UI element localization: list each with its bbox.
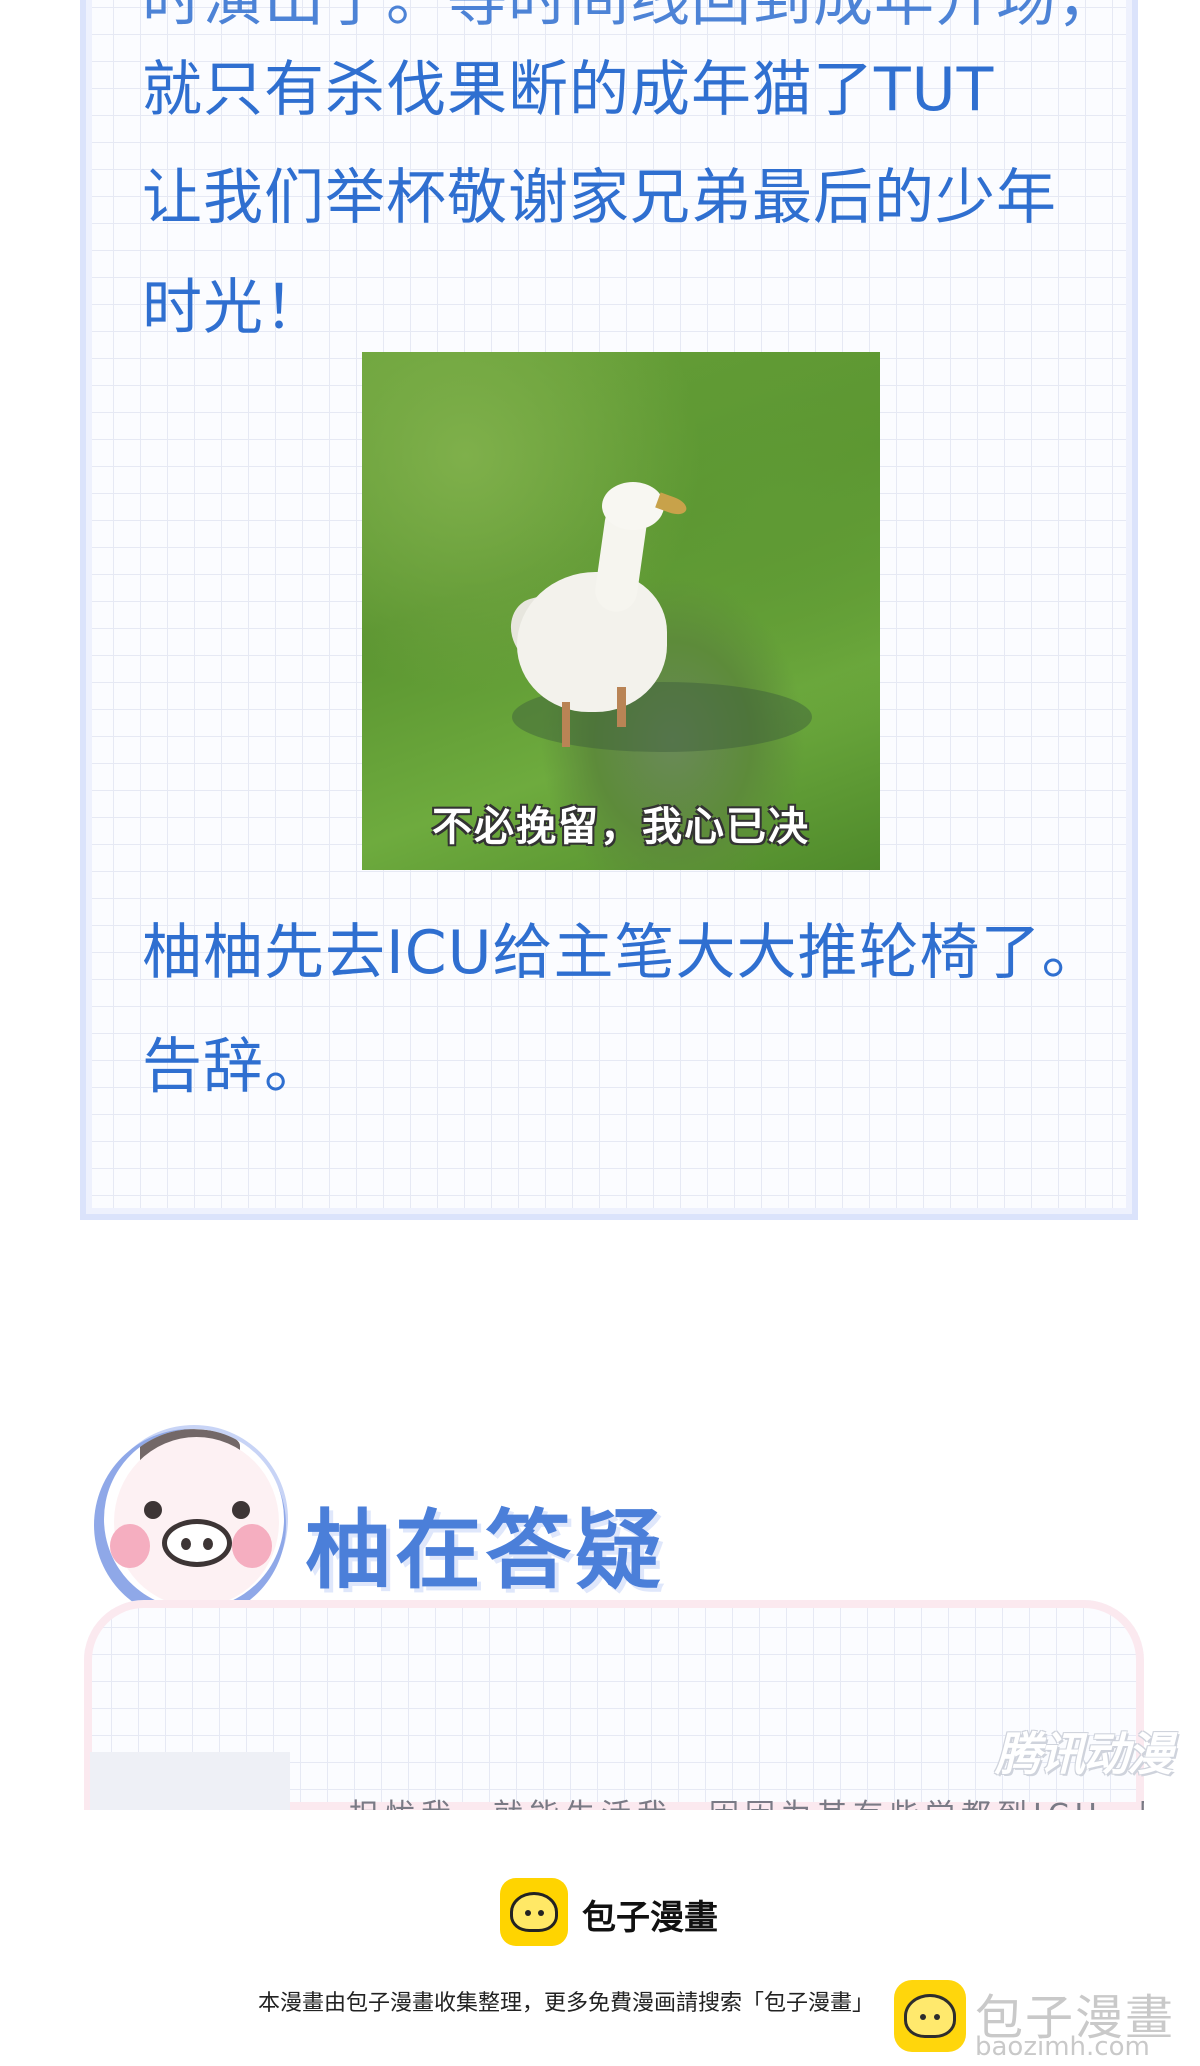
footer-brand[interactable]: 包子漫畫: [582, 1890, 718, 1939]
article-line: 时光！: [142, 273, 325, 343]
goose-leg: [562, 702, 570, 747]
avatar-blush: [110, 1524, 150, 1568]
bun-eye: [525, 1910, 531, 1916]
goose-body: [517, 572, 667, 712]
avatar-eye: [144, 1501, 162, 1519]
footer-notice: 本漫畫由包子漫畫收集整理，更多免費漫画請搜索「包子漫畫」: [258, 1991, 875, 2016]
pig-avatar-icon: [104, 1429, 284, 1609]
qa-preview-text: 担忧我，就能生活我，因因为其有些觉都到ICU，医护人: [349, 1790, 1144, 1810]
article-line: 柚柚先去ICU给主笔大大推轮椅了。: [142, 918, 1103, 988]
bun-eye: [934, 2014, 940, 2020]
bun-eye: [920, 2014, 926, 2020]
article-line: 告辞。: [142, 1032, 325, 1102]
goose-leg: [617, 687, 626, 727]
pig-nose-icon: [162, 1519, 232, 1567]
avatar-blush: [232, 1524, 272, 1568]
baozi-logo-icon[interactable]: [500, 1878, 568, 1946]
baozi-watermark-icon: [894, 1980, 966, 2052]
article-line: 就只有杀伐果断的成年猫了TUT: [142, 55, 995, 125]
avatar-eye: [232, 1501, 250, 1519]
qa-section-header: 柚在答疑: [100, 1425, 900, 1625]
tencent-watermark: 腾讯动漫: [995, 1727, 1173, 1781]
meme-caption: 不必挽留，我心已决: [432, 804, 810, 850]
bun-eye: [538, 1910, 544, 1916]
bun-shape: [510, 1892, 558, 1932]
baozi-watermark-url: baozimh.com: [975, 2032, 1150, 2062]
bun-shape: [904, 1994, 956, 2038]
qa-avatar-placeholder: [90, 1752, 290, 1810]
section-title: 柚在答疑: [305, 1500, 665, 1601]
article-line: 时演出了。等时间线回到成年开场，: [142, 0, 1118, 35]
article-line: 让我们举杯敬谢家兄弟最后的少年: [142, 163, 1057, 233]
qa-card: 担忧我，就能生活我，因因为其有些觉都到ICU，医护人: [84, 1600, 1144, 1810]
goose-meme-image: 不必挽留，我心已决: [362, 352, 880, 870]
